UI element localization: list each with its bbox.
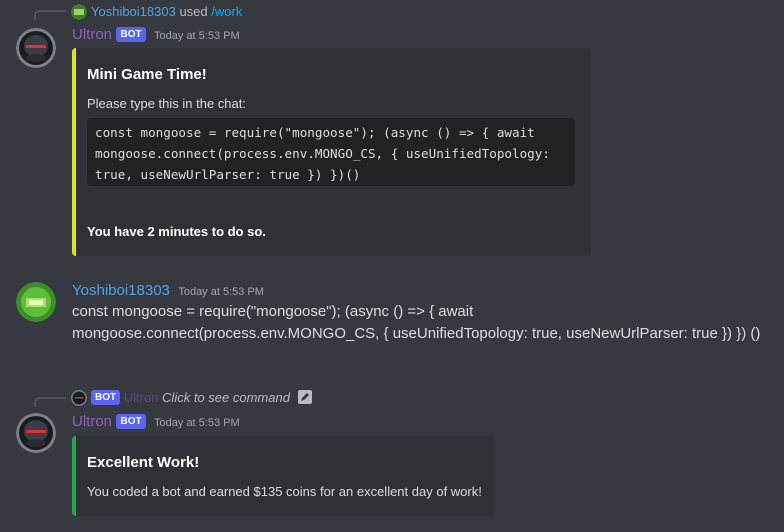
- reply-username[interactable]: Ultron: [124, 390, 159, 405]
- message-header: Ultron BOT Today at 5:53 PM: [72, 25, 240, 46]
- embed-accent-bar: [72, 48, 76, 256]
- author-name[interactable]: Yoshiboi18303: [72, 282, 170, 299]
- author-name[interactable]: Ultron: [72, 413, 112, 430]
- embed-footer-bold: You have 2 minutes to do so.: [87, 224, 266, 239]
- embed-accent-bar: [72, 436, 76, 516]
- reply-header[interactable]: BOT Ultron Click to see command: [91, 390, 312, 406]
- message-header: Ultron BOT Today at 5:53 PM: [72, 412, 240, 433]
- embed-title: Mini Game Time!: [87, 66, 207, 83]
- reply-avatar[interactable]: [71, 390, 87, 406]
- author-name[interactable]: Ultron: [72, 26, 112, 43]
- timestamp[interactable]: Today at 5:53 PM: [178, 286, 264, 298]
- code-block: const mongoose = require("mongoose"); (a…: [87, 118, 575, 186]
- embed-title: Excellent Work!: [87, 454, 200, 471]
- avatar[interactable]: [16, 413, 56, 453]
- timestamp[interactable]: Today at 5:53 PM: [154, 417, 240, 429]
- embed: Excellent Work! You coded a bot and earn…: [72, 436, 494, 516]
- message-content: const mongoose = require("mongoose"); (a…: [72, 303, 761, 342]
- reply-action: used: [179, 4, 208, 19]
- timestamp[interactable]: Today at 5:53 PM: [154, 30, 240, 42]
- avatar[interactable]: [16, 28, 56, 68]
- reply-username[interactable]: Yoshiboi18303: [91, 4, 176, 19]
- reply-avatar[interactable]: [71, 4, 87, 20]
- reply-command[interactable]: /work: [211, 4, 242, 19]
- embed-description: Please type this in the chat:: [87, 96, 246, 111]
- reply-bot-tag: BOT: [91, 390, 121, 405]
- embed: Mini Game Time! Please type this in the …: [72, 48, 591, 256]
- reply-connector: [34, 10, 66, 20]
- reply-header[interactable]: Yoshiboi18303 used /work: [91, 4, 242, 20]
- reply-hint[interactable]: Click to see command: [162, 390, 290, 405]
- embed-description: You coded a bot and earned $135 coins fo…: [87, 484, 482, 499]
- command-icon[interactable]: [297, 390, 312, 404]
- bot-tag: BOT: [116, 414, 146, 429]
- avatar[interactable]: [16, 282, 56, 322]
- bot-tag: BOT: [116, 27, 146, 42]
- reply-connector: [34, 397, 66, 407]
- message-header: Yoshiboi18303 Today at 5:53 PM: [72, 281, 264, 302]
